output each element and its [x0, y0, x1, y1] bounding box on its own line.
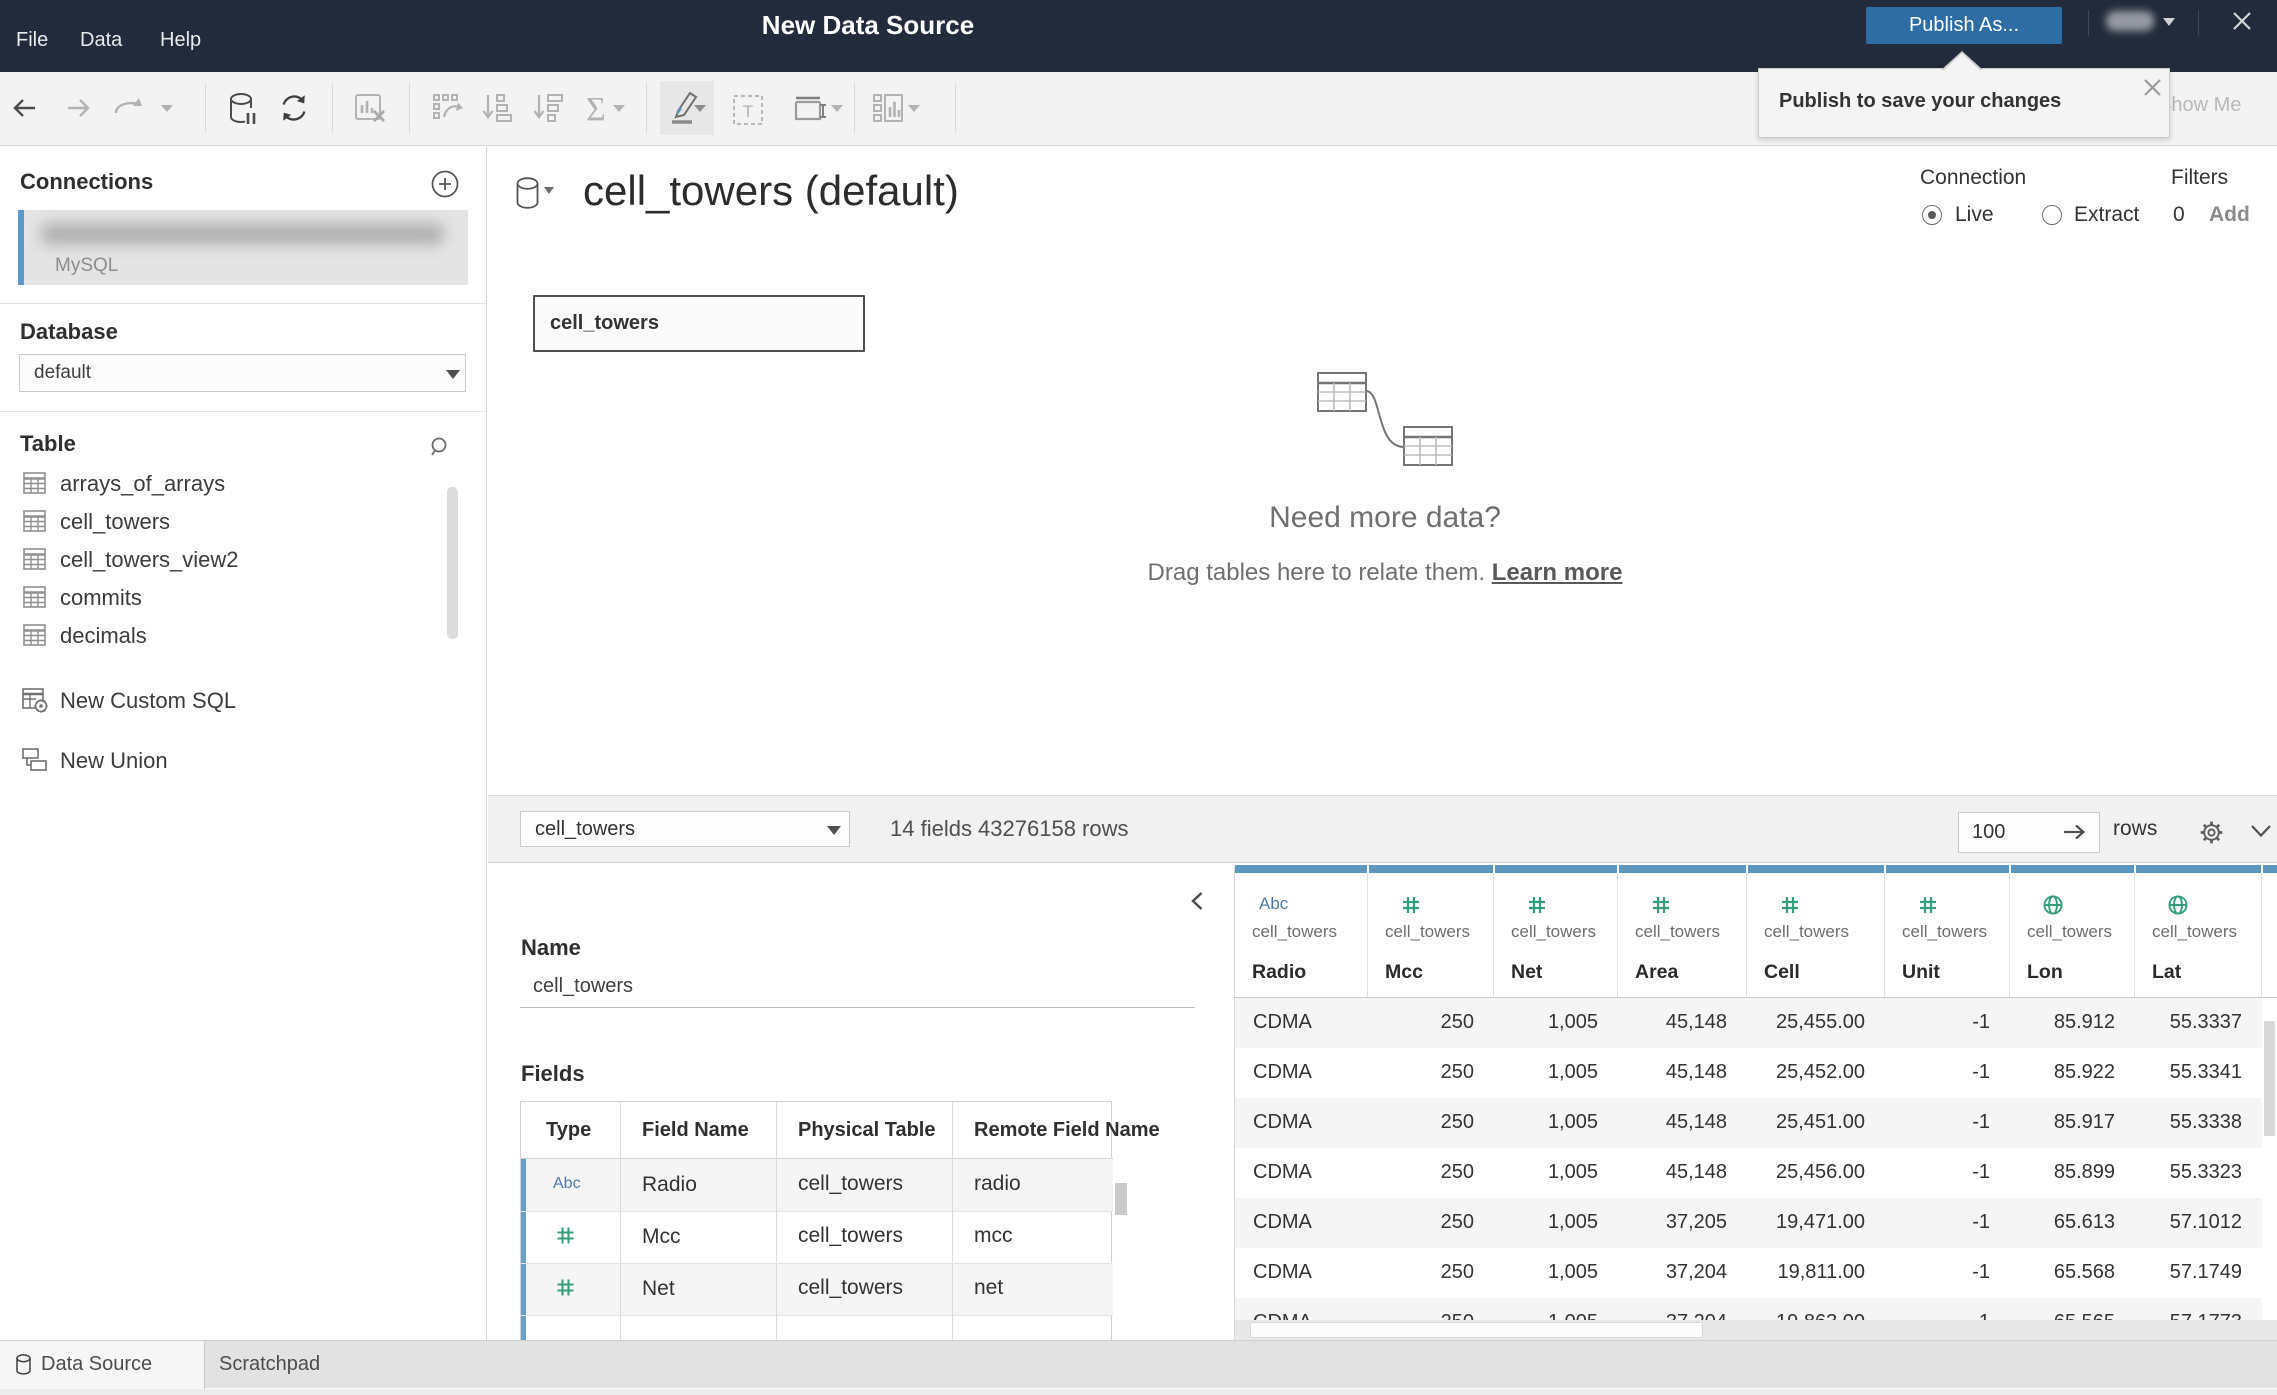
svg-text:T: T: [743, 102, 753, 121]
